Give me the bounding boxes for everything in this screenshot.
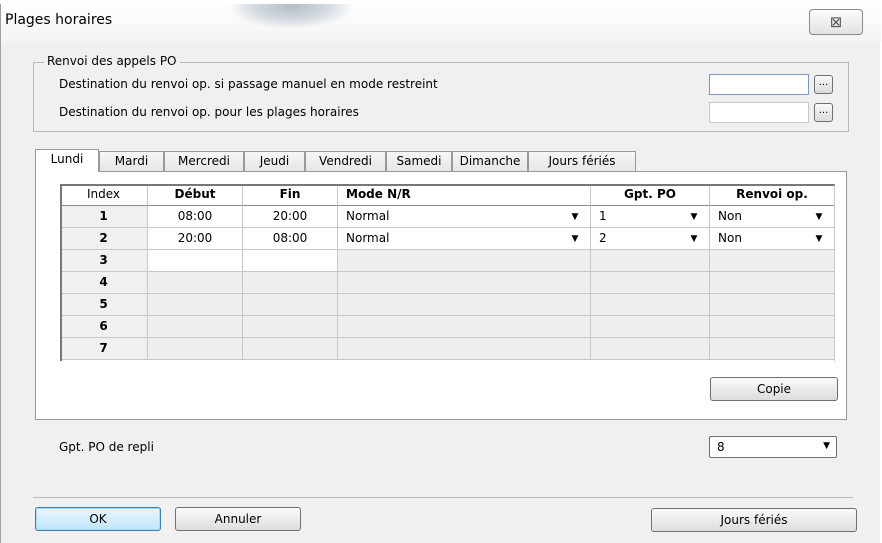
column-header-debut: Début xyxy=(148,184,243,206)
schedule-destination-browse-button[interactable]: ... xyxy=(814,103,833,122)
renvoi-cell xyxy=(710,272,835,294)
table-row: 4 xyxy=(60,272,835,294)
restricted-destination-label: Destination du renvoi op. si passage man… xyxy=(59,77,438,91)
ok-button[interactable]: OK xyxy=(35,507,161,531)
fallback-group-label: Gpt. PO de repli xyxy=(59,440,154,454)
copie-button[interactable]: Copie xyxy=(710,377,838,401)
window-title: Plages horaires xyxy=(5,12,113,28)
chevron-down-icon: ▼ xyxy=(823,441,830,451)
restricted-destination-browse-button[interactable]: ... xyxy=(814,75,833,94)
chevron-down-icon[interactable]: ▼ xyxy=(685,230,703,248)
schedule-destination-input[interactable] xyxy=(709,102,809,123)
fallback-group-dropdown[interactable]: 8 ▼ xyxy=(709,436,837,458)
debut-cell[interactable]: 20:00 xyxy=(148,228,243,250)
renvoi-cell xyxy=(710,338,835,360)
renvoi-dropdown[interactable]: Non ▼ xyxy=(710,228,835,250)
restricted-destination-input[interactable] xyxy=(709,74,809,95)
table-row: 7 xyxy=(60,338,835,360)
column-header-mode: Mode N/R xyxy=(338,184,591,206)
tab-lundi[interactable]: Lundi xyxy=(35,149,99,172)
mode-dropdown[interactable]: Normal ▼ xyxy=(338,206,591,228)
gpt-po-dropdown[interactable]: 1 ▼ xyxy=(591,206,710,228)
gpt-po-cell xyxy=(591,338,710,360)
tab-mercredi[interactable]: Mercredi xyxy=(164,151,244,171)
debut-cell[interactable]: 08:00 xyxy=(148,206,243,228)
chevron-down-icon[interactable]: ▼ xyxy=(810,208,828,226)
row-index: 1 xyxy=(60,206,148,228)
dialog-window: Plages horaires ⊠ Renvoi des appels PO D… xyxy=(0,4,881,543)
mode-cell xyxy=(338,316,591,338)
close-icon: ⊠ xyxy=(829,13,843,31)
gpt-po-dropdown[interactable]: 2 ▼ xyxy=(591,228,710,250)
fin-cell xyxy=(243,338,338,360)
close-button[interactable]: ⊠ xyxy=(809,9,863,35)
mode-cell xyxy=(338,338,591,360)
tab-vendredi[interactable]: Vendredi xyxy=(305,151,386,171)
tab-samedi[interactable]: Samedi xyxy=(386,151,452,171)
debut-cell[interactable] xyxy=(148,250,243,272)
fin-cell xyxy=(243,316,338,338)
mode-cell xyxy=(338,294,591,316)
renvoi-cell xyxy=(710,316,835,338)
gpt-po-cell xyxy=(591,250,710,272)
row-index: 6 xyxy=(60,316,148,338)
renvoi-dropdown[interactable]: Non ▼ xyxy=(710,206,835,228)
row-index: 5 xyxy=(60,294,148,316)
row-index: 4 xyxy=(60,272,148,294)
row-index: 3 xyxy=(60,250,148,272)
row-index: 7 xyxy=(60,338,148,360)
column-header-index: Index xyxy=(60,184,148,206)
tab-jours-feries[interactable]: Jours fériés xyxy=(528,151,636,171)
chevron-down-icon[interactable]: ▼ xyxy=(685,208,703,226)
gpt-po-cell xyxy=(591,316,710,338)
table-row: 6 xyxy=(60,316,835,338)
tab-mardi[interactable]: Mardi xyxy=(99,151,164,171)
fin-cell[interactable]: 08:00 xyxy=(243,228,338,250)
renvoi-cell xyxy=(710,250,835,272)
title-decoration xyxy=(231,4,351,28)
row-index: 2 xyxy=(60,228,148,250)
chevron-down-icon[interactable]: ▼ xyxy=(810,230,828,248)
table-row: 2 20:00 08:00 Normal ▼ 2 ▼ Non ▼ xyxy=(60,228,835,250)
renvoi-cell xyxy=(710,294,835,316)
tab-jeudi[interactable]: Jeudi xyxy=(244,151,305,171)
table-row: 5 xyxy=(60,294,835,316)
renvoi-group-legend: Renvoi des appels PO xyxy=(44,54,180,68)
gpt-po-cell xyxy=(591,272,710,294)
column-header-fin: Fin xyxy=(243,184,338,206)
debut-cell xyxy=(148,294,243,316)
debut-cell xyxy=(148,316,243,338)
chevron-down-icon[interactable]: ▼ xyxy=(566,208,584,226)
fin-cell[interactable] xyxy=(243,250,338,272)
table-header-row: Index Début Fin Mode N/R Gpt. PO Renvoi … xyxy=(60,184,835,206)
debut-cell xyxy=(148,272,243,294)
jours-feries-button[interactable]: Jours fériés xyxy=(651,508,857,532)
title-bar: Plages horaires ⊠ xyxy=(1,4,881,42)
fin-cell xyxy=(243,294,338,316)
column-header-renvoi: Renvoi op. xyxy=(710,184,835,206)
fin-cell[interactable]: 20:00 xyxy=(243,206,338,228)
schedule-destination-label: Destination du renvoi op. pour les plage… xyxy=(59,105,359,119)
mode-cell xyxy=(338,250,591,272)
footer-separator xyxy=(33,497,853,498)
chevron-down-icon[interactable]: ▼ xyxy=(566,230,584,248)
mode-dropdown[interactable]: Normal ▼ xyxy=(338,228,591,250)
tab-dimanche[interactable]: Dimanche xyxy=(452,151,528,171)
lundi-tab-panel: Index Début Fin Mode N/R Gpt. PO Renvoi … xyxy=(35,171,847,420)
mode-cell xyxy=(338,272,591,294)
gpt-po-cell xyxy=(591,294,710,316)
column-header-gpt-po: Gpt. PO xyxy=(591,184,710,206)
fin-cell xyxy=(243,272,338,294)
annuler-button[interactable]: Annuler xyxy=(175,507,301,531)
table-row: 3 xyxy=(60,250,835,272)
debut-cell xyxy=(148,338,243,360)
table-row: 1 08:00 20:00 Normal ▼ 1 ▼ Non ▼ xyxy=(60,206,835,228)
